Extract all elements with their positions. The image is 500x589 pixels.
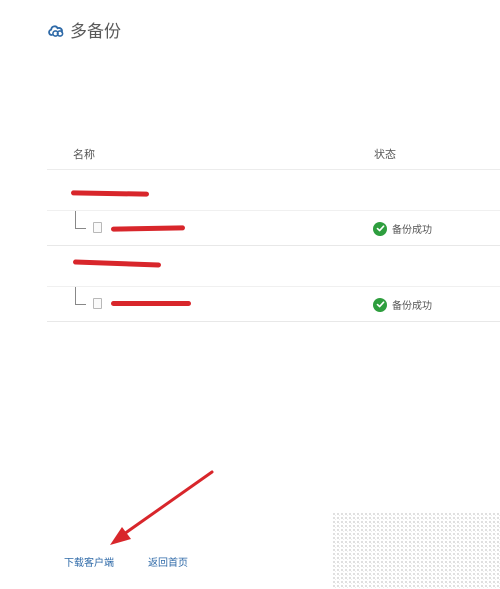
download-client-link[interactable]: 下载客户端 — [64, 554, 114, 569]
status-cell: 备份成功 — [373, 297, 432, 312]
status-cell: 备份成功 — [373, 221, 432, 236]
status-text: 备份成功 — [392, 225, 432, 236]
watermark-pattern — [333, 513, 500, 589]
brand-name: 多备份 — [70, 22, 121, 42]
column-header-name: 名称 — [73, 148, 95, 161]
backup-table: 名称 状态 备份成功 备份成功 — [47, 140, 500, 322]
cloud-link-icon — [48, 24, 64, 37]
group-row[interactable] — [47, 246, 500, 287]
check-circle-icon — [373, 221, 387, 236]
table-header: 名称 状态 — [47, 140, 500, 170]
redaction-mark — [72, 259, 162, 268]
back-home-link[interactable]: 返回首页 — [148, 554, 188, 569]
redaction-mark — [110, 225, 186, 232]
status-text: 备份成功 — [392, 301, 432, 312]
redaction-mark — [70, 190, 150, 197]
table-row[interactable]: 备份成功 — [47, 287, 500, 322]
check-circle-icon — [373, 297, 387, 312]
brand-logo: 多备份 — [47, 17, 121, 42]
file-icon — [93, 298, 102, 309]
table-row[interactable]: 备份成功 — [47, 211, 500, 246]
tree-connector — [75, 211, 86, 229]
file-icon — [93, 222, 102, 233]
column-header-status: 状态 — [374, 148, 396, 161]
redaction-mark — [111, 301, 191, 306]
group-row[interactable] — [47, 170, 500, 211]
tree-connector — [75, 287, 86, 305]
